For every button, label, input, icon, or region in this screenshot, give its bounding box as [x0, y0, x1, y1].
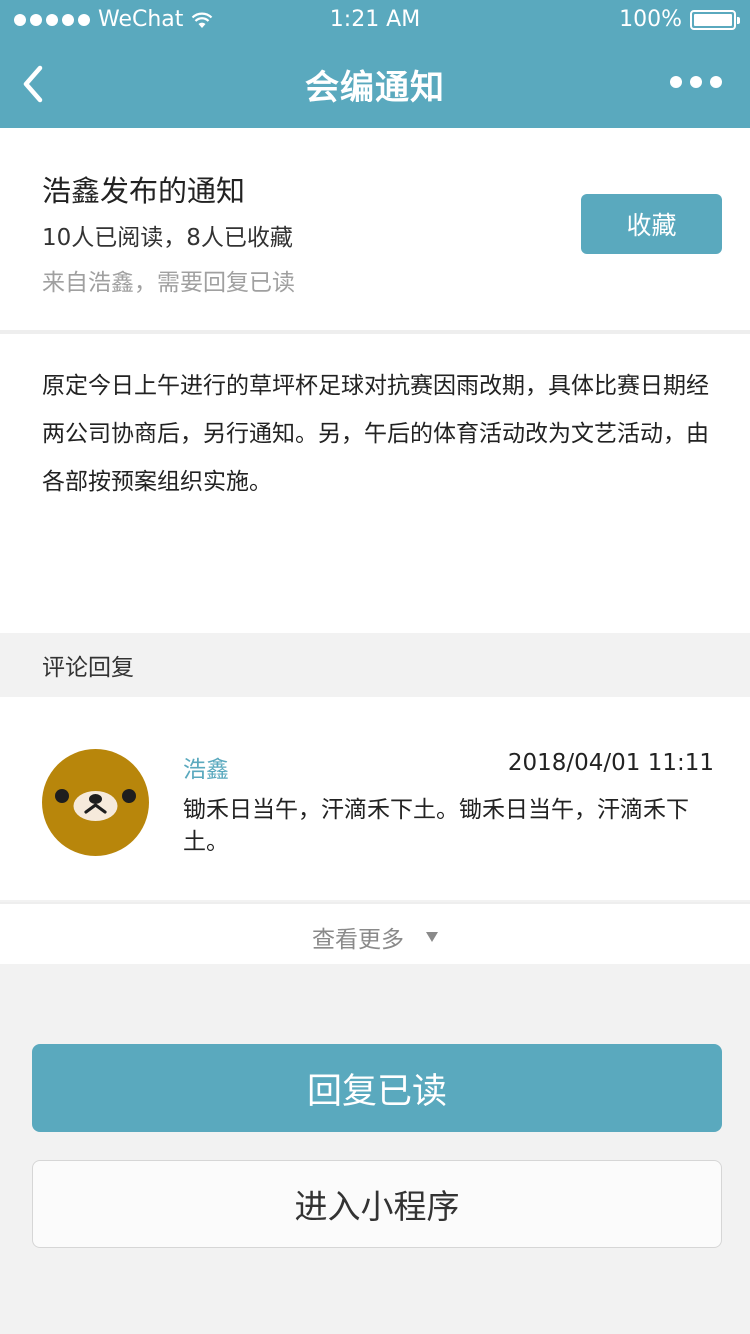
notice-body: 原定今日上午进行的草坪杯足球对抗赛因雨改期，具体比赛日期经两公司协商后，另行通知… [42, 373, 709, 495]
notice-stats: 10人已阅读，8人已收藏 [42, 225, 293, 251]
view-more-row[interactable]: 查看更多 [0, 902, 750, 964]
battery-icon [690, 9, 740, 30]
view-more-label[interactable]: 查看更多 [312, 920, 404, 954]
favorite-button[interactable]: 收藏 [581, 194, 722, 254]
comment-text: 锄禾日当午，汗滴禾下土。锄禾日当午，汗滴禾下土。 [183, 797, 689, 855]
status-bar: WeChat 1:21 AM 100% [0, 0, 750, 40]
notice-info-card: 浩鑫发布的通知 10人已阅读，8人已收藏 来自浩鑫，需要回复已读 收藏 [0, 128, 750, 330]
more-icon[interactable] [670, 76, 722, 88]
avatar [42, 749, 149, 856]
notice-title: 浩鑫发布的通知 [42, 174, 246, 208]
page-title: 会编通知 [305, 68, 445, 108]
view-more-inner[interactable]: 查看更多 [0, 920, 750, 954]
battery-percent: 100% [619, 7, 682, 32]
comment-time: 2018/04/01 11:11 [507, 750, 714, 776]
comment-item: 浩鑫 2018/04/01 11:11 锄禾日当午，汗滴禾下土。锄禾日当午，汗滴… [0, 697, 750, 900]
notice-content-card: 原定今日上午进行的草坪杯足球对抗赛因雨改期，具体比赛日期经两公司协商后，另行通知… [0, 334, 750, 633]
notice-source: 来自浩鑫，需要回复已读 [42, 270, 295, 296]
status-right: 100% [619, 7, 740, 32]
reply-read-button[interactable]: 回复已读 [32, 1044, 722, 1132]
caret-down-icon [426, 932, 438, 942]
enter-mini-program-button[interactable]: 进入小程序 [32, 1160, 722, 1248]
app-header: WeChat 1:21 AM 100% 会编通知 [0, 0, 750, 128]
comment-author[interactable]: 浩鑫 [183, 750, 229, 784]
comments-section-label: 评论回复 [42, 655, 134, 681]
